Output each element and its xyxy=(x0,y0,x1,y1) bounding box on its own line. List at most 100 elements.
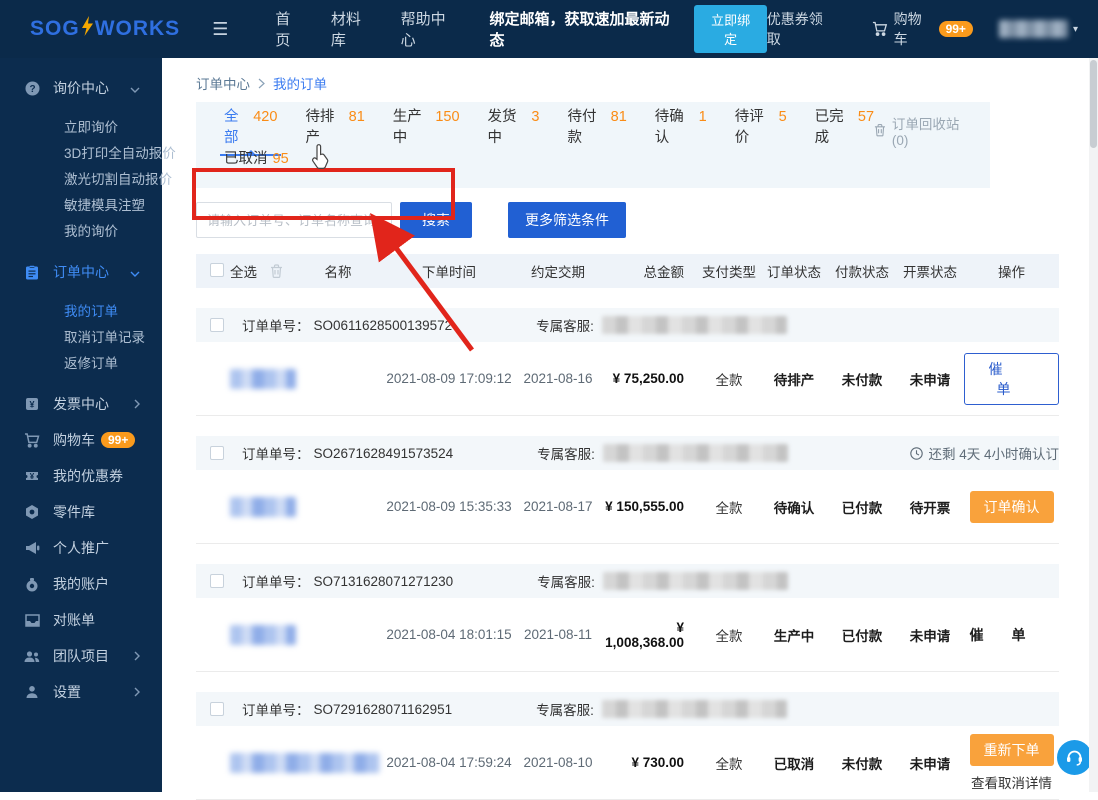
view-cancel-details-link[interactable]: 查看取消详情 xyxy=(971,772,1052,792)
sidebar-subitem-cancelled-orders[interactable]: 取消订单记录 xyxy=(0,325,162,351)
urge-order-link[interactable]: 催单 xyxy=(970,627,1054,643)
sidebar-item-label: 询价中心 xyxy=(53,80,109,96)
sidebar-cart-badge: 99+ xyxy=(101,432,136,448)
ticket-icon: ¥ xyxy=(24,468,40,484)
header-order-time: 下单时间 xyxy=(422,265,476,280)
sidebar-item-label: 订单中心 xyxy=(53,264,109,280)
sidebar-item-settings[interactable]: 设置 xyxy=(0,674,162,710)
order-summary-row: 订单单号： SO7131628071271230 专属客服: xyxy=(196,564,1059,598)
tab-in-production[interactable]: 生产中 150 xyxy=(393,105,460,156)
sidebar-subitem-quote-now[interactable]: 立即询价 xyxy=(0,115,162,141)
user-dropdown-caret-icon[interactable]: ▾ xyxy=(1073,24,1078,35)
order-name-redacted[interactable] xyxy=(230,752,380,773)
megaphone-icon xyxy=(24,540,40,556)
order-checkbox[interactable] xyxy=(210,446,224,460)
header-select-all[interactable]: 全选 xyxy=(230,261,270,281)
due-date: 2021-08-16 xyxy=(523,371,593,386)
order-status: 待确认 xyxy=(773,500,815,516)
sidebar-item-label: 个人推广 xyxy=(53,540,109,556)
sidebar-item-cart[interactable]: 购物车 99+ xyxy=(0,422,162,458)
order-data-row: 2021-08-09 15:35:33 2021-08-17 ¥ 150,555… xyxy=(196,470,1059,544)
sidebar-subitem-agile-mold[interactable]: 敏捷模具注塑 xyxy=(0,193,162,219)
order-name-redacted[interactable] xyxy=(230,624,296,645)
bind-now-button[interactable]: 立即绑定 xyxy=(694,5,767,53)
tab-count: 81 xyxy=(610,108,627,125)
nav-cart-link[interactable]: 购物车 99+ xyxy=(872,9,973,49)
sidebar-subitem-my-inquiries[interactable]: 我的询价 xyxy=(0,219,162,245)
order-time: 2021-08-09 17:09:12 xyxy=(386,371,512,386)
tab-pending-payment[interactable]: 待付款 81 xyxy=(567,105,626,156)
invoice-status: 未申请 xyxy=(909,756,951,772)
select-all-checkbox[interactable] xyxy=(210,262,224,277)
payment-type: 全款 xyxy=(715,500,743,516)
sidebar-item-label: 设置 xyxy=(53,684,81,700)
sidebar-subitem-laser-cut-quote[interactable]: 激光切割自动报价 xyxy=(0,167,172,193)
bind-email-notice: 绑定邮箱，获取速加最新动态 xyxy=(489,11,670,49)
cart-icon xyxy=(24,432,40,448)
order-checkbox[interactable] xyxy=(210,574,224,588)
sidebar-item-inquiry-center[interactable]: ? 询价中心 xyxy=(0,70,162,106)
invoice-status: 待开票 xyxy=(909,500,951,516)
order-time: 2021-08-04 17:59:24 xyxy=(386,755,512,770)
tab-label: 已完成 xyxy=(814,108,844,146)
more-filters-button[interactable]: 更多筛选条件 xyxy=(508,202,626,238)
customer-service-label: 专属客服: xyxy=(536,703,594,718)
order-no-label: 订单单号： xyxy=(242,319,310,334)
sidebar-item-label: 发票中心 xyxy=(53,396,109,412)
breadcrumb-parent[interactable]: 订单中心 xyxy=(196,73,250,93)
hamburger-menu-icon[interactable]: ☰ xyxy=(212,19,228,40)
order-checkbox[interactable] xyxy=(210,702,224,716)
confirm-order-button[interactable]: 订单确认 xyxy=(969,490,1054,523)
tab-pending-confirmation[interactable]: 待确认 1 xyxy=(655,105,707,156)
tab-label: 待付款 xyxy=(567,108,597,146)
tab-count: 150 xyxy=(435,108,460,125)
order-status: 待排产 xyxy=(773,372,815,388)
chevron-right-icon xyxy=(134,396,140,412)
svg-text:¥: ¥ xyxy=(29,400,34,410)
sidebar-subitem-my-orders[interactable]: 我的订单 xyxy=(0,299,162,325)
order-number: SO7291628071162951 xyxy=(313,701,453,717)
sidebar-item-order-center[interactable]: 订单中心 xyxy=(0,254,162,290)
nav-item-materials[interactable]: 材料库 xyxy=(331,8,374,50)
vertical-scrollbar[interactable] xyxy=(1089,58,1098,792)
tab-pending-review[interactable]: 待评价 5 xyxy=(735,105,787,156)
scrollbar-thumb[interactable] xyxy=(1090,60,1097,148)
order-name-redacted[interactable] xyxy=(230,368,296,389)
help-chat-button[interactable] xyxy=(1057,740,1092,775)
sidebar-item-my-account[interactable]: 我的账户 xyxy=(0,566,162,602)
svg-text:?: ? xyxy=(29,84,35,95)
reorder-button[interactable]: 重新下单 xyxy=(969,733,1054,766)
order-recycle-bin-link[interactable]: 订单回收站 (0) xyxy=(874,113,972,148)
order-number: SO7131628071271230 xyxy=(313,573,454,589)
coupon-claim-link[interactable]: 优惠券领取 xyxy=(767,9,834,49)
sidebar-item-parts-library[interactable]: 零件库 xyxy=(0,494,162,530)
logo[interactable]: SOG WORKS xyxy=(30,16,180,42)
sidebar-item-statement[interactable]: 对账单 xyxy=(0,602,162,638)
username-redacted[interactable] xyxy=(998,20,1068,38)
tab-label: 发货中 xyxy=(487,108,517,146)
urge-order-button[interactable]: 催单 xyxy=(964,352,1059,405)
order-checkbox[interactable] xyxy=(210,318,224,332)
sidebar-item-my-coupons[interactable]: ¥ 我的优惠券 xyxy=(0,458,162,494)
tab-label: 全部 xyxy=(224,108,239,146)
sidebar-subitem-repair-orders[interactable]: 返修订单 xyxy=(0,351,162,377)
tab-cancelled[interactable]: 已取消 95 xyxy=(224,147,289,177)
sidebar-item-invoice-center[interactable]: ¥ 发票中心 xyxy=(0,386,162,422)
question-circle-icon: ? xyxy=(24,80,40,96)
nav-item-home[interactable]: 首页 xyxy=(275,8,304,50)
trash-icon[interactable] xyxy=(270,264,292,278)
search-button[interactable]: 搜索 xyxy=(400,202,472,238)
sidebar-item-team-projects[interactable]: 团队项目 xyxy=(0,638,162,674)
sidebar-subitem-3d-print-quote[interactable]: 3D打印全自动报价 xyxy=(0,141,176,167)
tab-completed[interactable]: 已完成 57 xyxy=(815,105,874,156)
nav-item-help[interactable]: 帮助中心 xyxy=(401,8,458,50)
payment-status: 已付款 xyxy=(841,628,883,644)
order-status: 已取消 xyxy=(773,756,815,772)
order-search-input[interactable] xyxy=(196,202,392,238)
tab-pending-scheduling[interactable]: 待排产 81 xyxy=(305,105,364,156)
sidebar-item-label: 团队项目 xyxy=(53,648,109,664)
order-name-redacted[interactable] xyxy=(230,496,296,517)
sidebar-item-personal-promotion[interactable]: 个人推广 xyxy=(0,530,162,566)
tab-shipping[interactable]: 发货中 3 xyxy=(488,105,540,156)
tab-count: 95 xyxy=(272,151,289,167)
